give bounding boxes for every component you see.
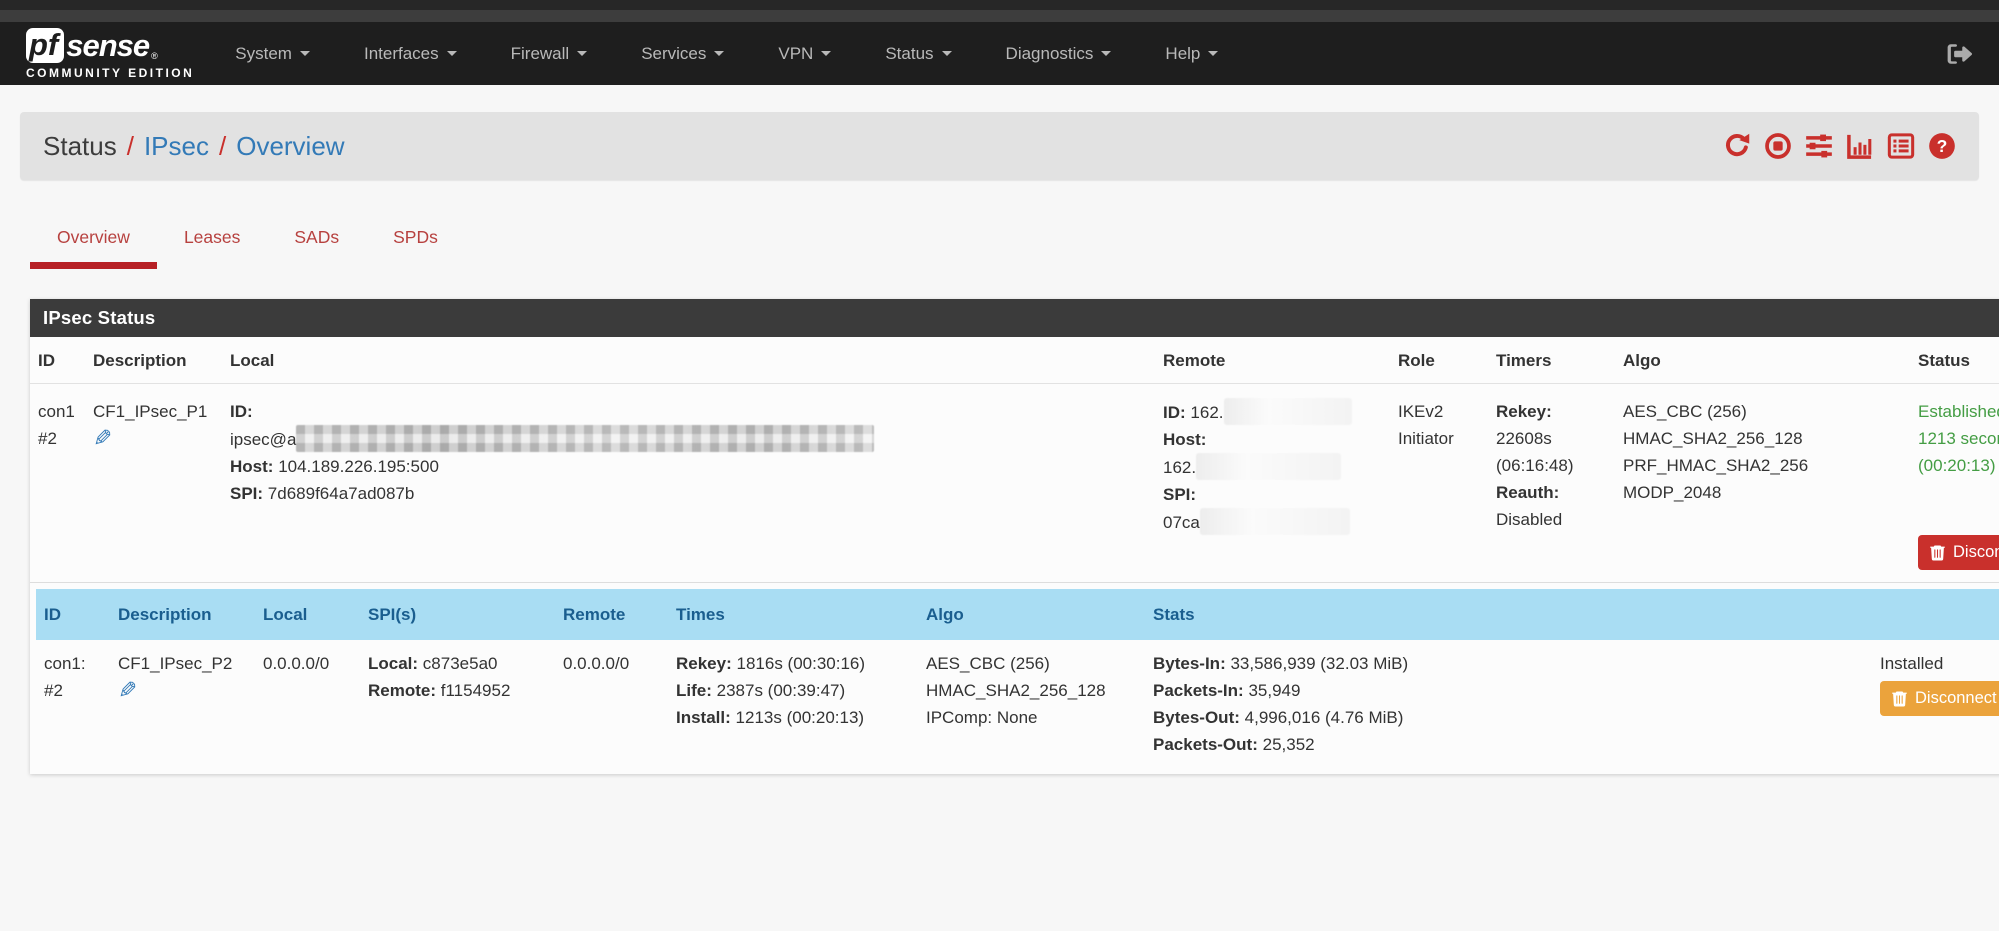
- col-description: Description: [110, 589, 255, 640]
- col-status: Status: [1910, 337, 1999, 384]
- cell-algo: AES_CBC (256) HMAC_SHA2_256_128 PRF_HMAC…: [1615, 384, 1910, 583]
- page-action-icons: ?: [1723, 132, 1956, 160]
- chevron-down-icon: [300, 51, 310, 56]
- col-local: Local: [222, 337, 1155, 384]
- col-id: ID: [30, 337, 85, 384]
- window-title-strip: [0, 10, 1999, 22]
- refresh-icon[interactable]: [1723, 132, 1751, 160]
- breadcrumb: Status / IPsec / Overview: [43, 131, 345, 162]
- chevron-down-icon: [942, 51, 952, 56]
- col-local: Local: [255, 589, 360, 640]
- cell-algo: AES_CBC (256) HMAC_SHA2_256_128 IPComp: …: [918, 640, 1145, 768]
- col-algo: Algo: [1615, 337, 1910, 384]
- edit-pencil-icon[interactable]: ✎: [93, 427, 112, 450]
- breadcrumb-separator: /: [127, 131, 134, 162]
- col-id: ID: [36, 589, 110, 640]
- sliders-icon[interactable]: [1805, 132, 1833, 160]
- redacted-local-id: [296, 425, 874, 452]
- col-role: Role: [1390, 337, 1488, 384]
- bar-chart-icon[interactable]: [1846, 132, 1874, 160]
- child-sa-container-row: ID Description Local SPI(s) Remote Times…: [30, 583, 1999, 775]
- cell-role: IKEv2 Initiator: [1390, 384, 1488, 583]
- col-algo: Algo: [918, 589, 1145, 640]
- ike-sa-table: ID Description Local Remote Role Timers …: [30, 337, 1999, 774]
- col-description: Description: [85, 337, 222, 384]
- chevron-down-icon: [1101, 51, 1111, 56]
- nav-menu: System Interfaces Firewall Services VPN …: [208, 22, 1245, 85]
- cell-times: Rekey: 1816s (00:30:16) Life: 2387s (00:…: [668, 640, 918, 768]
- help-icon[interactable]: ?: [1928, 132, 1956, 160]
- cell-spis: Local: c873e5a0 Remote: f1154952: [360, 640, 555, 768]
- stop-icon[interactable]: [1764, 132, 1792, 160]
- nav-item-status[interactable]: Status: [858, 22, 978, 85]
- logo-registered-mark: ®: [151, 51, 158, 61]
- col-blank: [1872, 589, 1999, 640]
- col-remote: Remote: [1155, 337, 1390, 384]
- chevron-down-icon: [821, 51, 831, 56]
- child-header-row: ID Description Local SPI(s) Remote Times…: [36, 589, 1999, 640]
- cell-id: con1 #2: [30, 384, 85, 583]
- nav-item-services[interactable]: Services: [614, 22, 751, 85]
- cell-status: Installed Disconnect: [1872, 640, 1999, 768]
- chevron-down-icon: [714, 51, 724, 56]
- chevron-down-icon: [577, 51, 587, 56]
- cell-local: ID: ipsec@a Host: 104.189.226.195:500 SP…: [222, 384, 1155, 583]
- col-stats: Stats: [1145, 589, 1872, 640]
- svg-text:?: ?: [1937, 136, 1948, 156]
- col-remote: Remote: [555, 589, 668, 640]
- nav-item-firewall[interactable]: Firewall: [484, 22, 615, 85]
- nav-item-interfaces[interactable]: Interfaces: [337, 22, 484, 85]
- nav-item-help[interactable]: Help: [1138, 22, 1245, 85]
- tab-sads[interactable]: SADs: [267, 217, 366, 269]
- trash-icon: [1892, 690, 1907, 707]
- pfsense-logo[interactable]: pf sense ® COMMUNITY EDITION: [26, 28, 194, 80]
- disconnect-button[interactable]: Disconnect: [1918, 535, 1999, 570]
- trash-icon: [1930, 544, 1945, 561]
- cell-stats: Bytes-In: 33,586,939 (32.03 MiB) Packets…: [1145, 640, 1872, 768]
- logo-edition: COMMUNITY EDITION: [26, 66, 194, 80]
- list-icon[interactable]: [1887, 132, 1915, 160]
- redacted-remote-spi: [1200, 508, 1350, 535]
- disconnect-button[interactable]: Disconnect: [1880, 681, 1999, 716]
- cell-status: Established 1213 seconds (00:20:13) Disc…: [1910, 384, 1999, 583]
- breadcrumb-section: Status: [43, 131, 117, 162]
- main-navbar: pf sense ® COMMUNITY EDITION System Inte…: [0, 22, 1999, 85]
- col-spis: SPI(s): [360, 589, 555, 640]
- tab-spds[interactable]: SPDs: [366, 217, 465, 269]
- col-timers: Timers: [1488, 337, 1615, 384]
- chevron-down-icon: [1208, 51, 1218, 56]
- nav-item-diagnostics[interactable]: Diagnostics: [979, 22, 1139, 85]
- breadcrumb-separator: /: [219, 131, 226, 162]
- logout-icon[interactable]: [1945, 41, 1973, 67]
- tab-leases[interactable]: Leases: [157, 217, 267, 269]
- ike-sa-row: con1 #2 CF1_IPsec_P1 ✎ ID: ipsec@a Host:…: [30, 384, 1999, 583]
- chevron-down-icon: [447, 51, 457, 56]
- breadcrumb-link-overview[interactable]: Overview: [236, 131, 344, 162]
- cell-local: 0.0.0.0/0: [255, 640, 360, 768]
- child-sa-table: ID Description Local SPI(s) Remote Times…: [36, 589, 1999, 768]
- ipsec-tabs: Overview Leases SADs SPDs: [30, 217, 1999, 269]
- tab-overview[interactable]: Overview: [30, 217, 157, 269]
- child-sa-row: con1: #2 CF1_IPsec_P2 ✎ 0.0.0.0/0 Local:…: [36, 640, 1999, 768]
- panel-title: IPsec Status: [30, 299, 1999, 337]
- redacted-remote-host: [1196, 453, 1341, 480]
- cell-id: con1: #2: [36, 640, 110, 768]
- cell-remote: 0.0.0.0/0: [555, 640, 668, 768]
- logo-pf: pf: [26, 28, 64, 63]
- ike-header-row: ID Description Local Remote Role Timers …: [30, 337, 1999, 384]
- cell-description: CF1_IPsec_P2 ✎: [110, 640, 255, 768]
- cell-description: CF1_IPsec_P1 ✎: [85, 384, 222, 583]
- logo-sense: sense: [66, 30, 149, 61]
- cell-remote: ID: 162. Host: 162. SPI: 07ca: [1155, 384, 1390, 583]
- window-top-strip: [0, 0, 1999, 10]
- nav-item-system[interactable]: System: [208, 22, 337, 85]
- ipsec-status-panel: IPsec Status ID Description Local Remote…: [30, 299, 1999, 774]
- redacted-remote-id: [1224, 398, 1352, 425]
- breadcrumb-link-ipsec[interactable]: IPsec: [144, 131, 209, 162]
- nav-item-vpn[interactable]: VPN: [751, 22, 858, 85]
- edit-pencil-icon[interactable]: ✎: [118, 679, 137, 702]
- breadcrumb-bar: Status / IPsec / Overview ?: [20, 112, 1979, 180]
- col-times: Times: [668, 589, 918, 640]
- cell-timers: Rekey: 22608s (06:16:48) Reauth: Disable…: [1488, 384, 1615, 583]
